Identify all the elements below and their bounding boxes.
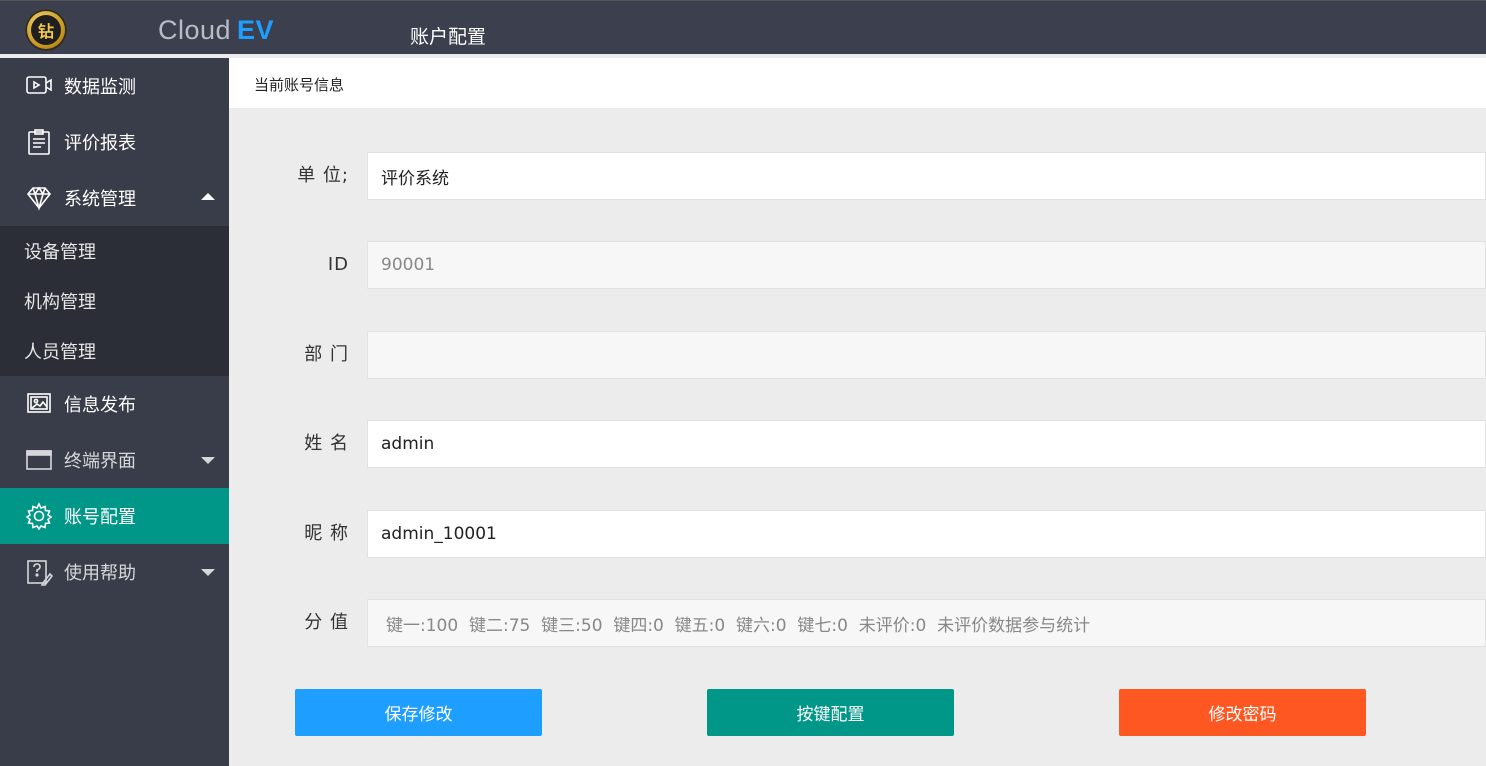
unit-field[interactable] — [367, 152, 1486, 200]
nickname-field[interactable] — [367, 510, 1486, 558]
key-config-button[interactable]: 按键配置 — [707, 689, 954, 736]
form-row-nickname: 昵 称 — [229, 510, 1486, 558]
department-label: 部 门 — [304, 344, 349, 365]
sidebar-item-help[interactable]: 使用帮助 — [0, 544, 229, 600]
brand-accent: EV — [237, 15, 275, 45]
submenu-item-devices[interactable]: 设备管理 — [0, 226, 229, 276]
sidebar-item-label: 账号配置 — [64, 507, 136, 528]
section-title: 当前账号信息 — [254, 76, 345, 94]
sidebar-item-label: 终端界面 — [64, 451, 136, 472]
form-row-unit: 单 位; — [229, 152, 1486, 200]
id-field — [367, 241, 1486, 289]
video-monitor-icon — [24, 71, 54, 101]
form-row-name: 姓 名 — [229, 420, 1486, 468]
logo-glyph: 钻 — [31, 15, 61, 45]
sidebar-item-label: 使用帮助 — [64, 563, 136, 584]
clipboard-icon — [24, 127, 54, 157]
help-edit-icon — [24, 557, 54, 587]
sidebar-item-data-monitor[interactable]: 数据监测 — [0, 58, 229, 114]
change-password-button[interactable]: 修改密码 — [1119, 689, 1366, 736]
section-header: 当前账号信息 — [229, 58, 1486, 108]
name-field[interactable] — [367, 420, 1486, 468]
form-row-department: 部 门 — [229, 331, 1486, 379]
caret-down-icon — [201, 457, 215, 464]
picture-icon — [24, 389, 54, 419]
brand-text: Cloud — [158, 15, 232, 45]
submenu-item-organizations[interactable]: 机构管理 — [0, 276, 229, 326]
submenu-item-personnel[interactable]: 人员管理 — [0, 326, 229, 376]
sidebar-item-label: 数据监测 — [64, 77, 136, 98]
name-label: 姓 名 — [304, 433, 349, 454]
nickname-label: 昵 称 — [304, 523, 349, 544]
window-icon — [24, 445, 54, 475]
id-label: ID — [327, 254, 349, 275]
department-field — [367, 331, 1486, 379]
unit-label: 单 位; — [297, 165, 349, 186]
top-bar: 钻 Cloud EV 账户配置 — [0, 0, 1486, 54]
score-label: 分 值 — [304, 612, 349, 633]
score-field — [367, 599, 1486, 647]
form-row-id: ID — [229, 241, 1486, 289]
caret-up-icon — [201, 193, 215, 200]
sidebar-item-label: 信息发布 — [64, 395, 136, 416]
caret-down-icon — [201, 569, 215, 576]
brand: Cloud EV — [158, 15, 274, 46]
sidebar-item-publish[interactable]: 信息发布 — [0, 376, 229, 432]
sidebar-item-label: 评价报表 — [64, 133, 136, 154]
logo: 钻 — [25, 9, 67, 51]
sidebar-item-account[interactable]: 账号配置 — [0, 488, 229, 544]
gear-icon — [24, 501, 54, 531]
system-submenu: 设备管理 机构管理 人员管理 — [0, 226, 229, 376]
save-button[interactable]: 保存修改 — [295, 689, 542, 736]
diamond-icon — [24, 183, 54, 213]
form-row-score: 分 值 — [229, 599, 1486, 647]
sidebar-item-terminal[interactable]: 终端界面 — [0, 432, 229, 488]
sidebar-item-reports[interactable]: 评价报表 — [0, 114, 229, 170]
sidebar-item-label: 系统管理 — [64, 189, 136, 210]
sidebar: 数据监测 评价报表 系统管理 设备管理 机构管理 人员管理 信息发布 终端界面 — [0, 58, 229, 766]
page-title: 账户配置 — [410, 26, 487, 48]
sidebar-item-system[interactable]: 系统管理 — [0, 170, 229, 226]
